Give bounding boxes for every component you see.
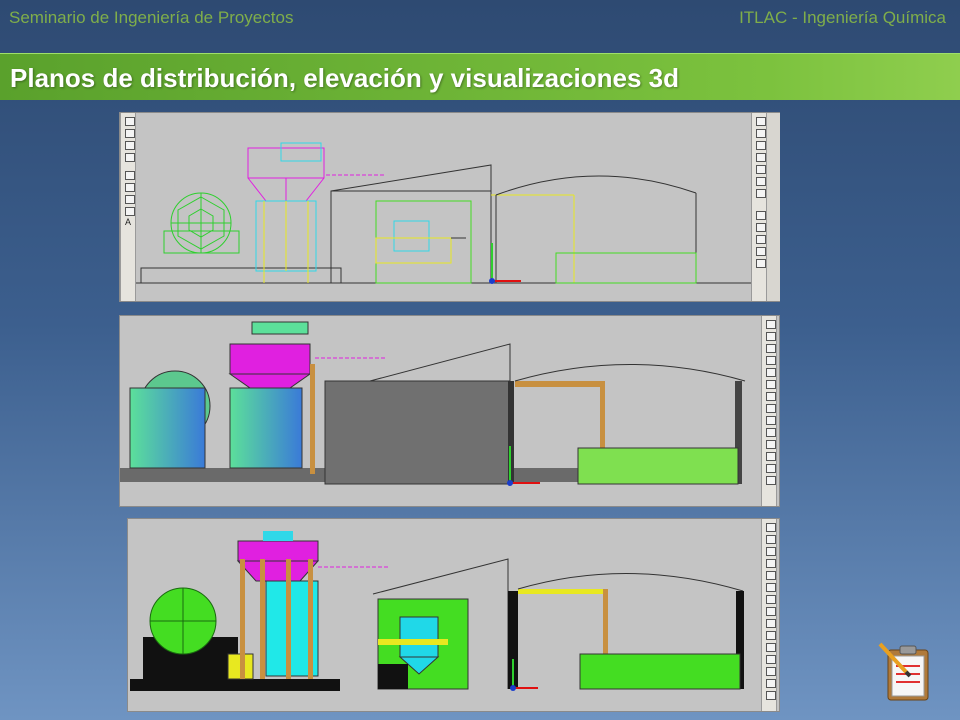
tool-icon[interactable] [766,691,776,700]
tool-icon[interactable] [125,171,135,180]
tool-icon[interactable] [125,129,135,138]
tool-icon[interactable] [766,452,776,461]
tool-icon[interactable] [766,392,776,401]
tool-icon[interactable] [766,356,776,365]
tool-icon[interactable] [766,523,776,532]
cad-viewport-shaded [119,315,780,507]
3d-visualization-drawing [130,531,744,691]
slide-header: Seminario de Ingeniería de Proyectos ITL… [0,0,960,36]
tool-icon[interactable] [766,320,776,329]
wireframe-drawing [136,142,751,284]
slide-title: Planos de distribución, elevación y visu… [10,63,680,93]
tool-icon[interactable] [125,153,135,162]
tool-icon[interactable] [766,380,776,389]
tool-icon[interactable] [766,428,776,437]
clipboard-pencil-icon [874,640,940,706]
tool-icon[interactable] [766,631,776,640]
text-tool-icon[interactable]: A [125,217,131,227]
tool-icon[interactable] [766,571,776,580]
cad-right-scroll[interactable] [767,113,780,301]
tool-icon[interactable] [766,655,776,664]
title-bar: Planos de distribución, elevación y visu… [0,53,960,100]
tool-icon[interactable] [766,679,776,688]
tool-icon[interactable] [766,368,776,377]
tool-icon[interactable] [766,595,776,604]
shaded-elevation-drawing [120,321,746,486]
header-course-title: Seminario de Ingeniería de Proyectos [9,8,294,27]
cad-right-toolbar [761,519,777,711]
cad-right-toolbar [761,316,777,506]
tool-icon[interactable] [766,619,776,628]
tool-icon[interactable] [766,607,776,616]
tool-icon[interactable] [125,207,135,216]
tool-icon[interactable] [766,332,776,341]
tool-icon[interactable] [766,547,776,556]
tool-icon[interactable] [766,416,776,425]
cad-viewport-wireframe: A [119,112,780,302]
tool-icon[interactable] [125,183,135,192]
tool-icon[interactable] [766,583,776,592]
tool-icon[interactable] [766,440,776,449]
cad-left-toolbar: A [120,113,136,301]
tool-icon[interactable] [766,464,776,473]
tool-icon[interactable] [766,643,776,652]
tool-icon[interactable] [766,559,776,568]
tool-icon[interactable] [766,476,776,485]
tool-icon[interactable] [766,667,776,676]
tool-icon[interactable] [766,344,776,353]
tool-icon[interactable] [125,141,135,150]
tool-icon[interactable] [766,404,776,413]
header-institution: ITLAC - Ingeniería Química [739,8,946,27]
tool-icon[interactable] [766,535,776,544]
cad-viewport-3d [127,518,780,712]
tool-icon[interactable] [125,195,135,204]
tool-icon[interactable] [125,117,135,126]
